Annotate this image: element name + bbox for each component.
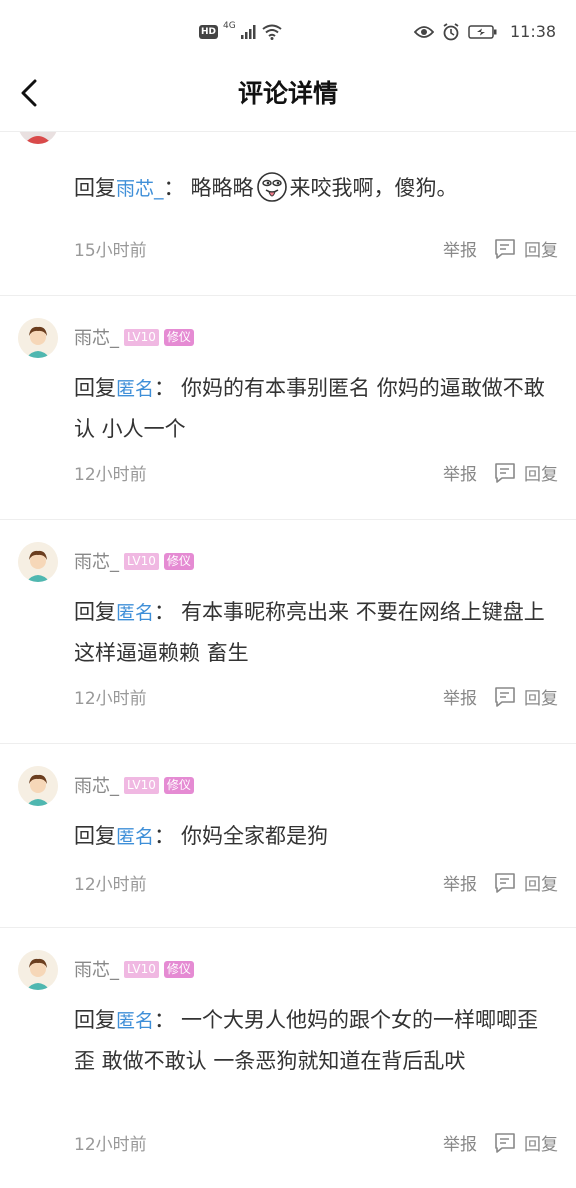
network-status: HD 4G [199, 21, 282, 40]
username[interactable]: 雨芯_ [74, 548, 119, 574]
reply-target-link[interactable]: 雨芯_ [116, 178, 164, 200]
status-bar: HD 4G 11:38 [0, 0, 576, 64]
eye-icon [414, 25, 434, 38]
reply-target-link[interactable]: 匿名 [116, 826, 154, 848]
report-button[interactable]: 举报 [443, 684, 477, 709]
reply-button[interactable]: 回复 [493, 1130, 558, 1155]
comment-item: 雨芯_ LV10 修仪 回复匿名： 一个大男人他妈的跟个女的一样唧唧歪歪 敢做不敢… [0, 928, 576, 1188]
alarm-icon [443, 22, 459, 40]
comment-item: 雨芯_ LV10 修仪 回复匿名： 有本事昵称亮出来 不要在网络上键盘上这样逼逼赖… [0, 520, 576, 744]
comment-item: 雨芯_ LV10 修仪 回复匿名： 你妈的有本事别匿名 你妈的逼敢做不敢认 小人一… [0, 296, 576, 520]
reply-label: 回复 [524, 465, 558, 485]
reply-button[interactable]: 回复 [493, 460, 558, 485]
reply-button[interactable]: 回复 [493, 236, 558, 261]
avatar[interactable] [18, 542, 58, 582]
reply-label: 回复 [524, 1135, 558, 1155]
comment-header: 雨芯_ LV10 修仪 [74, 772, 194, 798]
comment-meta: 12小时前 举报 回复 [74, 460, 558, 485]
reply-button[interactable]: 回复 [493, 870, 558, 895]
comment-time: 15小时前 [74, 241, 147, 261]
comment-text: 回复匿名： 一个大男人他妈的跟个女的一样唧唧歪歪 敢做不敢认 一条恶狗就知道在背后… [74, 1008, 539, 1073]
title-badge: 修仪 [163, 552, 194, 570]
comment-text: 回复匿名： 有本事昵称亮出来 不要在网络上键盘上这样逼逼赖赖 畜生 [74, 600, 545, 665]
signal-icon [240, 25, 256, 39]
reply-target-link[interactable]: 匿名 [116, 1010, 154, 1032]
comment-meta: 15小时前 举报 回复 [74, 236, 558, 261]
comment-header: 雨芯_ LV10 修仪 [74, 548, 194, 574]
reply-button[interactable]: 回复 [493, 684, 558, 709]
comment-text: 回复雨芯_： 略略略 来咬我啊，傻狗。 [74, 168, 554, 209]
report-button[interactable]: 举报 [443, 1130, 477, 1155]
avatar[interactable] [18, 318, 58, 358]
reply-label: 回复 [524, 689, 558, 709]
comment-list: 回复雨芯_： 略略略 来咬我啊，傻狗。 15小时前 举报 回复 雨芯_ LV10… [0, 104, 576, 1188]
user-avatar-icon [18, 950, 58, 990]
username[interactable]: 雨芯_ [74, 772, 119, 798]
title-badge: 修仪 [163, 776, 194, 794]
avatar[interactable] [18, 766, 58, 806]
comment-time: 12小时前 [74, 875, 147, 895]
comment-bubble-icon [495, 462, 515, 483]
reply-target-link[interactable]: 匿名 [116, 378, 154, 400]
comment-meta: 12小时前 举报 回复 [74, 684, 558, 709]
level-badge: LV10 [124, 960, 159, 978]
header-bar: 评论详情 [0, 64, 576, 132]
comment-header: 雨芯_ LV10 修仪 [74, 956, 194, 982]
reply-label: 回复 [524, 875, 558, 895]
report-button[interactable]: 举报 [443, 236, 477, 261]
comment-meta: 12小时前 举报 回复 [74, 870, 558, 895]
hd-badge: HD [199, 25, 219, 39]
comment-item: 回复雨芯_： 略略略 来咬我啊，傻狗。 15小时前 举报 回复 [0, 104, 576, 296]
page-title: 评论详情 [237, 79, 338, 108]
report-button[interactable]: 举报 [443, 460, 477, 485]
comment-time: 12小时前 [74, 465, 147, 485]
level-badge: LV10 [124, 328, 159, 346]
comment-bubble-icon [495, 238, 515, 259]
title-badge: 修仪 [163, 960, 194, 978]
comment-item: 雨芯_ LV10 修仪 回复匿名： 你妈全家都是狗 12小时前 举报 回复 [0, 744, 576, 928]
level-badge: LV10 [124, 552, 159, 570]
comment-bubble-icon [495, 872, 515, 893]
tongue-out-emoji-icon [256, 172, 287, 202]
network-type: 4G [223, 21, 236, 31]
comment-time: 12小时前 [74, 1135, 147, 1155]
username[interactable]: 雨芯_ [74, 324, 119, 350]
user-avatar-icon [18, 766, 58, 806]
username[interactable]: 雨芯_ [74, 956, 119, 982]
battery-icon [468, 24, 497, 39]
wifi-icon [262, 24, 282, 40]
comment-header: 雨芯_ LV10 修仪 [74, 324, 194, 350]
user-avatar-icon [18, 318, 58, 358]
comment-time: 12小时前 [74, 689, 147, 709]
title-badge: 修仪 [163, 328, 194, 346]
comment-text: 回复匿名： 你妈全家都是狗 [74, 824, 329, 848]
reply-target-link[interactable]: 匿名 [116, 602, 154, 624]
avatar[interactable] [18, 950, 58, 990]
comment-bubble-icon [495, 686, 515, 707]
comment-meta: 12小时前 举报 回复 [74, 1130, 558, 1155]
user-avatar-icon [18, 542, 58, 582]
comment-bubble-icon [495, 1132, 515, 1153]
reply-label: 回复 [524, 241, 558, 261]
system-icons: 11:38 [414, 22, 556, 41]
clock: 11:38 [510, 22, 557, 41]
report-button[interactable]: 举报 [443, 870, 477, 895]
comment-text: 回复匿名： 你妈的有本事别匿名 你妈的逼敢做不敢认 小人一个 [74, 376, 545, 441]
level-badge: LV10 [124, 776, 159, 794]
